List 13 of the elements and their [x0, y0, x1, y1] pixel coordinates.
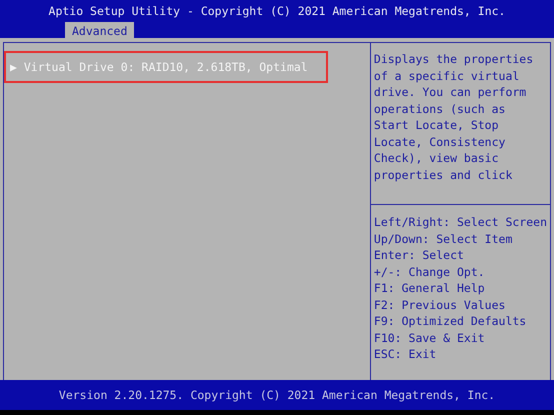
version-text: Version 2.20.1275. Copyright (C) 2021 American Megatrends, Inc.: [58, 388, 496, 402]
key-hint: ESC: Exit: [374, 346, 438, 362]
window-title: Aptio Setup Utility - Copyright (C) 2021 American Megatrends, Inc.: [48, 3, 506, 18]
key-hint: F9: Optimized Defaults: [374, 313, 528, 330]
key-hint: +/-: Change Opt.: [374, 264, 486, 280]
key-hint: F1: General Help: [374, 280, 486, 296]
key-hint: Enter: Select: [374, 247, 465, 264]
key-hint: Left/Right: Select Screen: [374, 214, 547, 230]
key-hint: F2: Previous Values: [374, 296, 506, 313]
key-hint: Up/Down: Select Item: [374, 230, 514, 247]
tab[interactable]: Advanced: [65, 22, 134, 40]
help-text: Displays the properties of a specific virtual drive. You can perform operations (such as Start Locate, Stop Locate, Consistency Check), view basic properties and click: [372, 51, 534, 184]
key-hint: F10: Save & Exit: [374, 330, 486, 346]
